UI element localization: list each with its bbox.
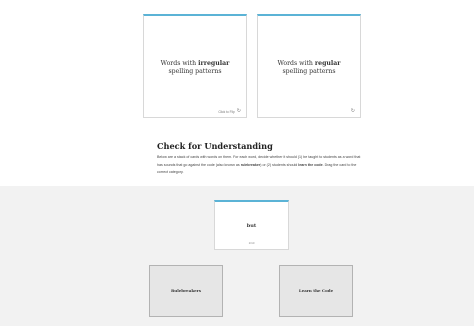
drop-zone-rulebreakers[interactable]: Rulebreakers (149, 265, 223, 317)
drop-zone-label: Learn the Code (298, 288, 334, 293)
flip-icon[interactable]: ↻ (351, 109, 355, 114)
drop-zone-learn-the-code[interactable]: Learn the Code (279, 265, 353, 317)
drag-card[interactable]: but 1/10 (214, 200, 289, 250)
flip-control[interactable]: Click to Flip ↻ (218, 109, 241, 114)
flashcard-keyword: irregular (198, 60, 230, 67)
flip-icon[interactable]: ↻ (237, 109, 241, 114)
flashcard-irregular[interactable]: Words with irregular spelling patterns C… (143, 14, 247, 118)
flashcard-text: Words with irregular spelling patterns (160, 60, 230, 75)
flashcard-keyword: regular (314, 60, 341, 67)
flashcard-regular[interactable]: Words with regular spelling patterns ↻ (257, 14, 361, 118)
flip-label: Click to Flip (218, 109, 235, 114)
flashcard-text: Words with regular spelling patterns (277, 60, 341, 75)
drop-zone-label: Rulebreakers (170, 288, 201, 293)
flip-control[interactable]: ↻ (351, 109, 355, 114)
drag-card-counter: 1/10 (248, 241, 255, 245)
section-title: Check for Understanding (157, 141, 273, 151)
drag-card-word: but (246, 223, 257, 229)
instructions-text: Below are a stack of cards with words on… (157, 155, 361, 175)
